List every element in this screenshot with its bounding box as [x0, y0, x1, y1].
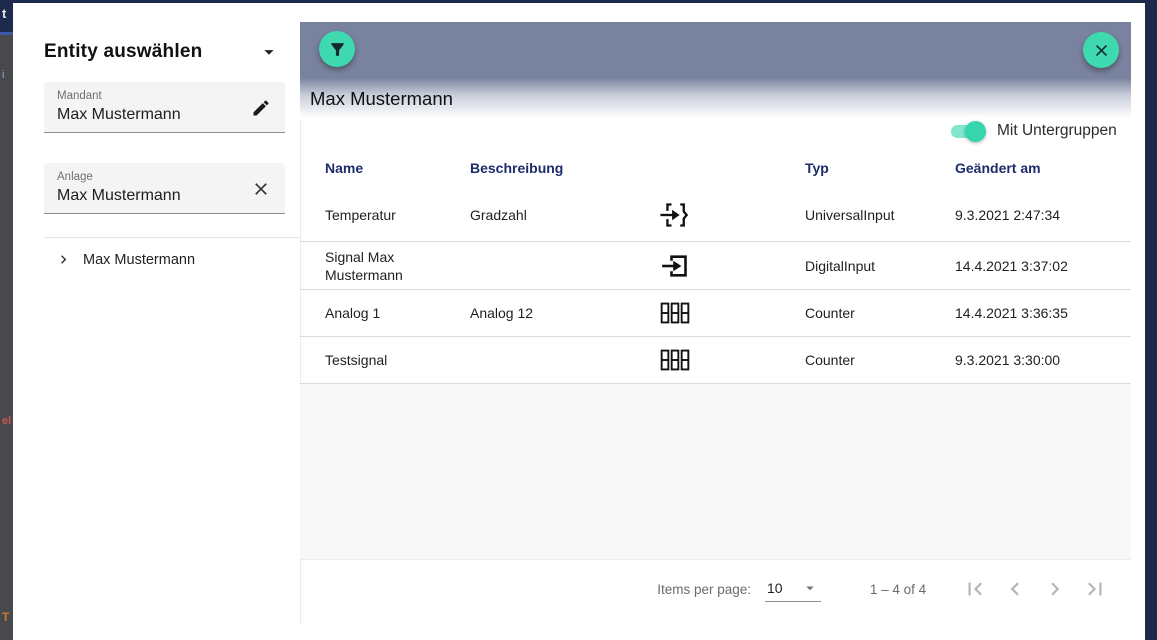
clear-anlage-button[interactable]	[249, 177, 273, 201]
close-icon	[255, 183, 267, 195]
cell-typ: Counter	[805, 305, 855, 321]
cell-name: Temperatur	[325, 206, 396, 223]
seven-segment-icon	[660, 349, 690, 371]
next-page-button[interactable]	[1035, 569, 1075, 609]
sidebar-header: Entity auswählen	[44, 38, 281, 66]
anlage-value: Max Mustermann	[57, 187, 181, 204]
seven-segment-icon	[660, 302, 690, 324]
sidebar-title: Entity auswählen	[44, 41, 203, 62]
table-row[interactable]: Analog 1 Analog 12 Counter 14.4.2021 3:3…	[300, 290, 1131, 337]
table-header-row: Name Beschreibung Typ Geändert am	[300, 148, 1131, 188]
chevron-right-icon	[61, 255, 67, 264]
subgroups-toggle-label: Mit Untergruppen	[997, 122, 1117, 139]
page-range-label: 1 – 4 of 4	[869, 581, 927, 597]
main-header-bar	[300, 22, 1131, 78]
mandant-label: Mandant	[57, 90, 102, 102]
column-header-name: Name	[325, 160, 364, 176]
paginator-nav	[955, 569, 1115, 609]
pencil-icon	[253, 100, 269, 116]
cell-icon	[645, 302, 705, 325]
anlage-label: Anlage	[57, 171, 93, 183]
cell-geaendert: 14.4.2021 3:37:02	[955, 257, 1068, 274]
cell-icon	[645, 201, 705, 229]
chevron-left-icon	[1010, 582, 1019, 596]
subgroups-toggle[interactable]: Mit Untergruppen	[950, 118, 1117, 144]
main-title: Max Mustermann	[310, 88, 453, 109]
backdrop-fragment: T	[2, 610, 10, 624]
column-header-typ: Typ	[805, 160, 829, 176]
cell-typ: DigitalInput	[805, 257, 876, 274]
column-header-beschreibung: Beschreibung	[470, 160, 564, 176]
mandant-field[interactable]: Mandant Max Mustermann	[44, 82, 285, 133]
cell-icon	[645, 252, 705, 280]
cell-icon	[645, 349, 705, 372]
backdrop-left-strip: t i el T	[0, 0, 13, 640]
tree-item-max-mustermann[interactable]: Max Mustermann	[55, 251, 195, 268]
backdrop-fragment: t	[2, 6, 7, 21]
filter-button[interactable]	[319, 31, 355, 67]
first-page-button[interactable]	[955, 569, 995, 609]
toggle-switch-icon	[950, 119, 986, 143]
table-row[interactable]: Testsignal Counter 9.3.2021 3:30:00	[300, 337, 1131, 384]
first-page-icon	[968, 582, 982, 596]
table-row[interactable]: Signal Max Mustermann DigitalInput 14.4.…	[300, 242, 1131, 290]
paginator: Items per page: 10 1 – 4 of 4	[300, 560, 1131, 618]
collapse-button[interactable]	[257, 40, 281, 64]
caret-down-icon	[806, 586, 814, 590]
page-size-select[interactable]: 10	[765, 577, 821, 602]
backdrop-fragment: i	[2, 69, 5, 81]
backdrop-nav-underline	[0, 32, 13, 35]
previous-page-button[interactable]	[995, 569, 1035, 609]
last-page-icon	[1088, 582, 1102, 596]
tree-item-label: Max Mustermann	[83, 251, 196, 268]
anlage-field[interactable]: Anlage Max Mustermann	[44, 163, 285, 214]
funnel-icon	[330, 42, 344, 56]
mandant-value: Max Mustermann	[57, 106, 181, 123]
last-page-button[interactable]	[1075, 569, 1115, 609]
table-empty-area	[300, 384, 1131, 560]
login-arrow-icon	[662, 254, 687, 277]
cell-name: Testsignal	[325, 352, 388, 368]
page-size-value: 10	[767, 579, 783, 596]
cell-beschreibung: Analog 12	[470, 305, 534, 321]
braces-arrow-icon	[660, 202, 689, 227]
cell-name: Signal Max Mustermann	[325, 248, 403, 283]
cell-geaendert: 9.3.2021 3:30:00	[955, 352, 1061, 368]
items-per-page-label: Items per page:	[657, 581, 751, 597]
chevron-right-icon	[1051, 582, 1060, 596]
cell-geaendert: 14.4.2021 3:36:35	[955, 305, 1068, 321]
close-icon	[1095, 44, 1107, 56]
table-row[interactable]: Temperatur Gradzahl UniversalInput 9.3.2…	[300, 188, 1131, 242]
cell-typ: Counter	[805, 352, 855, 368]
column-header-geaendert-am: Geändert am	[955, 160, 1041, 176]
backdrop-fragment: el	[2, 415, 12, 427]
edit-mandant-button[interactable]	[249, 96, 273, 120]
cell-name: Analog 1	[325, 305, 381, 321]
caret-down-icon	[264, 50, 274, 55]
close-dialog-button[interactable]	[1083, 32, 1119, 68]
cell-geaendert: 9.3.2021 2:47:34	[955, 206, 1061, 223]
cell-typ: UniversalInput	[805, 206, 895, 223]
signal-table: Name Beschreibung Typ Geändert am Temper…	[300, 148, 1131, 384]
sidebar-divider	[44, 237, 300, 238]
cell-beschreibung: Gradzahl	[470, 206, 527, 223]
backdrop-right-strip	[1145, 0, 1157, 640]
